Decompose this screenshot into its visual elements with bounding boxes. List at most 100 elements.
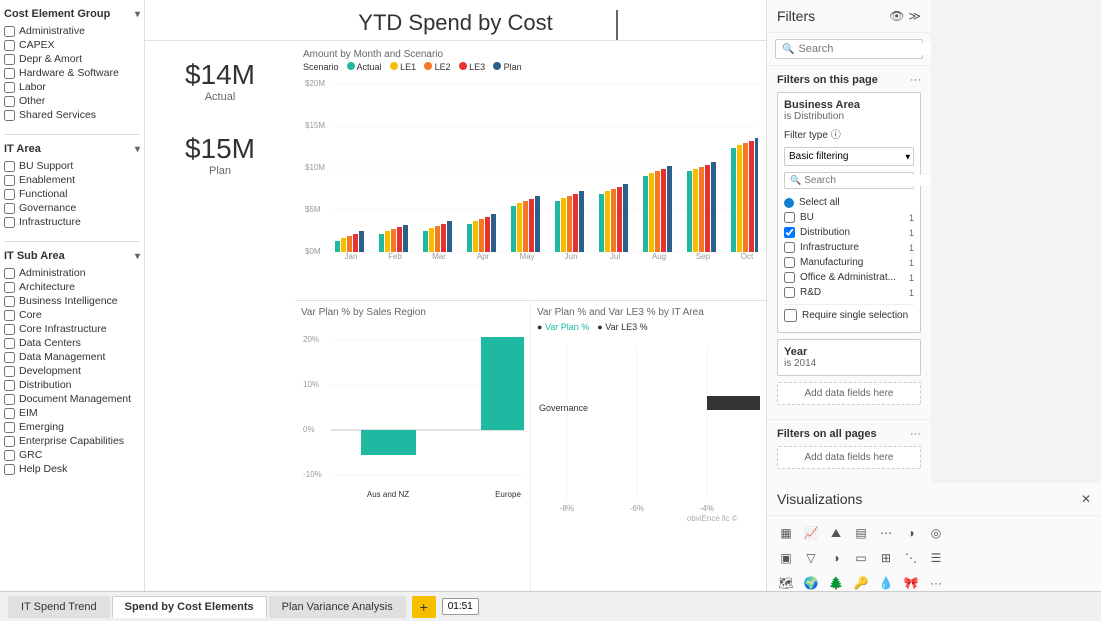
svg-text:Aus and NZ: Aus and NZ	[367, 490, 409, 499]
filter-item[interactable]: Help Desk	[4, 462, 140, 476]
tab-spend-by-cost-elements[interactable]: Spend by Cost Elements	[112, 596, 267, 618]
viz-pie-icon[interactable]: ◑	[900, 522, 922, 544]
filter-item[interactable]: Distribution	[4, 378, 140, 392]
filter-item[interactable]: Functional	[4, 187, 140, 201]
viz-line-chart-icon[interactable]: 📈	[800, 522, 822, 544]
filter-item[interactable]: EIM	[4, 406, 140, 420]
distribution-filter-item[interactable]: Distribution 1	[784, 225, 914, 240]
tab-it-spend-trend[interactable]: IT Spend Trend	[8, 596, 110, 618]
filter-type-row: Filter type ⓘ	[784, 126, 914, 141]
filter-item[interactable]: Document Management	[4, 392, 140, 406]
rd-filter-item[interactable]: R&D 1	[784, 285, 914, 300]
filter-item[interactable]: Labor	[4, 80, 140, 94]
filter-inner-search-icon: 🔍	[790, 175, 801, 186]
viz-area-chart-icon[interactable]: ⛰	[825, 522, 847, 544]
filter-item[interactable]: Core Infrastructure	[4, 322, 140, 336]
top-bar-chart-svg: $20M $15M $10M $5M $0M	[303, 76, 758, 261]
filter-item[interactable]: Development	[4, 364, 140, 378]
viz-map-icon[interactable]: 🗺	[775, 572, 797, 591]
svg-text:Governance: Governance	[539, 403, 588, 413]
filter-type-select[interactable]: Basic filtering	[784, 147, 914, 166]
viz-stacked-bar-icon[interactable]: ▤	[850, 522, 872, 544]
viz-gauge-icon[interactable]: ◑	[825, 547, 847, 569]
viz-matrix-icon[interactable]: ⋱	[900, 547, 922, 569]
filter-item[interactable]: Depr & Amort	[4, 52, 140, 66]
add-data-all-button[interactable]: Add data fields here	[777, 446, 921, 469]
it-area-chevron-icon: ▾	[135, 144, 140, 155]
plan-kpi-label: Plan	[153, 165, 287, 177]
svg-text:-4%: -4%	[700, 504, 714, 513]
svg-text:$20M: $20M	[305, 79, 325, 88]
filters-on-all-more[interactable]: ···	[910, 428, 921, 440]
filter-inner-search-input[interactable]	[804, 175, 931, 186]
title-divider	[616, 10, 618, 40]
svg-text:$0M: $0M	[305, 247, 321, 256]
filter-item[interactable]: Administration	[4, 266, 140, 280]
filters-on-page-label: Filters on this page	[777, 74, 878, 86]
viz-filled-map-icon[interactable]: 🌍	[800, 572, 822, 591]
svg-text:Sep: Sep	[696, 252, 711, 261]
viz-key-influencer-icon[interactable]: 🔑	[850, 572, 872, 591]
filter-item[interactable]: Governance	[4, 201, 140, 215]
svg-text:0%: 0%	[303, 425, 315, 434]
filter-item[interactable]: GRC	[4, 448, 140, 462]
viz-ribbon-icon[interactable]: 🎀	[900, 572, 922, 591]
select-all-radio	[784, 198, 794, 208]
filter-item[interactable]: Architecture	[4, 280, 140, 294]
bu-filter-item[interactable]: BU 1	[784, 210, 914, 225]
manufacturing-filter-item[interactable]: Manufacturing 1	[784, 255, 914, 270]
filter-item[interactable]: Other	[4, 94, 140, 108]
viz-close-icon[interactable]: ✕	[1081, 492, 1091, 506]
filter-item[interactable]: Data Management	[4, 350, 140, 364]
actual-legend: Actual	[347, 62, 382, 72]
filters-on-page-more[interactable]: ···	[910, 74, 921, 86]
filters-search-input[interactable]	[798, 43, 931, 55]
viz-more-icon[interactable]: ···	[925, 572, 947, 591]
filters-header-icons: 👁 ≫	[889, 9, 921, 23]
add-tab-button[interactable]: +	[412, 596, 436, 618]
filter-item[interactable]: BU Support	[4, 159, 140, 173]
filter-item[interactable]: Hardware & Software	[4, 66, 140, 80]
require-single[interactable]: Require single selection	[784, 304, 914, 326]
filter-more-icon[interactable]: ≫	[908, 9, 921, 23]
filter-item[interactable]: Infrastructure	[4, 215, 140, 229]
infrastructure-filter-item[interactable]: Infrastructure 1	[784, 240, 914, 255]
it-area-group: IT Area ▾ BU Support Enablement Function…	[4, 143, 140, 229]
it-area-group-title[interactable]: IT Area ▾	[4, 143, 140, 155]
viz-donut-icon[interactable]: ◎	[925, 522, 947, 544]
filter-item[interactable]: Shared Services	[4, 108, 140, 122]
filter-item[interactable]: Enablement	[4, 173, 140, 187]
filter-eye-icon[interactable]: 👁	[889, 9, 904, 23]
right-panel: Filters 👁 ≫ 🔍 Filters on this page ···	[766, 0, 1101, 591]
svg-text:Europe: Europe	[495, 490, 521, 499]
filter-item[interactable]: Business Intelligence	[4, 294, 140, 308]
filter-item[interactable]: Administrative	[4, 24, 140, 38]
filter-item[interactable]: Enterprise Capabilities	[4, 434, 140, 448]
tab-plan-variance-analysis[interactable]: Plan Variance Analysis	[269, 596, 406, 618]
viz-card-icon[interactable]: ▭	[850, 547, 872, 569]
viz-decomp-tree-icon[interactable]: 🌲	[825, 572, 847, 591]
svg-text:Mar: Mar	[432, 252, 446, 261]
viz-waterfall-icon[interactable]: 💧	[875, 572, 897, 591]
filter-item[interactable]: Core	[4, 308, 140, 322]
select-all-item[interactable]: Select all	[784, 195, 914, 210]
filter-item[interactable]: Data Centers	[4, 336, 140, 350]
cost-element-group-title[interactable]: Cost Element Group ▾	[4, 8, 140, 20]
add-data-fields-button[interactable]: Add data fields here	[777, 382, 921, 405]
bottom-charts: Var Plan % by Sales Region 20% 10% 0% -1…	[295, 301, 766, 591]
filter-item[interactable]: CAPEX	[4, 38, 140, 52]
viz-funnel-icon[interactable]: ▽	[800, 547, 822, 569]
viz-bar-chart-icon[interactable]: ▦	[775, 522, 797, 544]
filters-search: 🔍	[767, 33, 931, 66]
year-filter-title: Year	[784, 346, 914, 358]
filter-type-wrapper[interactable]: Basic filtering ▾	[784, 147, 914, 166]
it-sub-area-group-title[interactable]: IT Sub Area ▾	[4, 250, 140, 262]
office-filter-item[interactable]: Office & Administrat... 1	[784, 270, 914, 285]
viz-scatter-icon[interactable]: ⋯	[875, 522, 897, 544]
viz-table-icon[interactable]: ⊞	[875, 547, 897, 569]
viz-treemap-icon[interactable]: ▣	[775, 547, 797, 569]
top-chart-title: Amount by Month and Scenario	[303, 49, 758, 60]
plan-legend: Plan	[493, 62, 522, 72]
viz-slicer-icon[interactable]: ☰	[925, 547, 947, 569]
filter-item[interactable]: Emerging	[4, 420, 140, 434]
